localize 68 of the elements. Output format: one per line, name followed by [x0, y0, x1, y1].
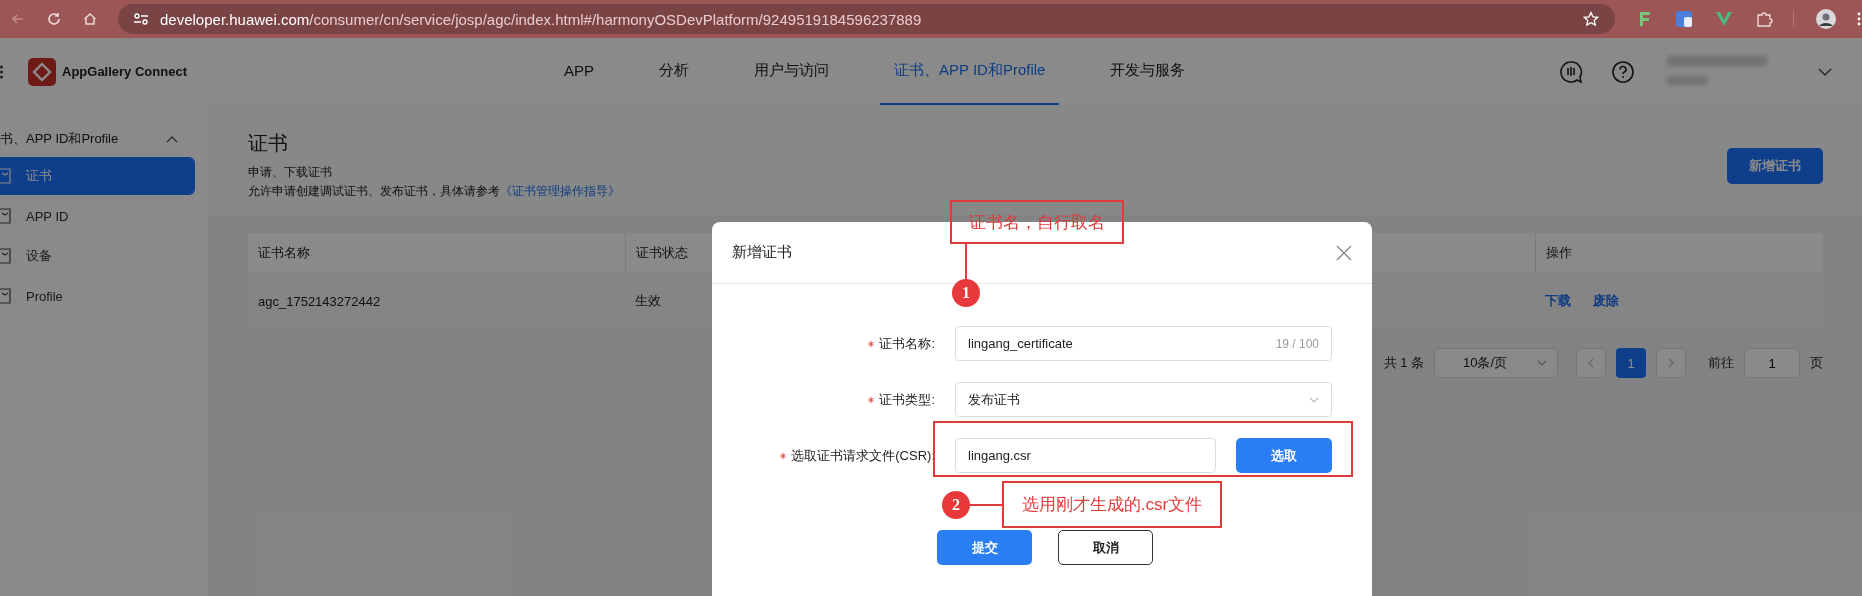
character-counter: 19 / 100: [1275, 336, 1319, 351]
goto-label: 前往: [1708, 354, 1734, 372]
goto-page-field[interactable]: 1: [1744, 348, 1800, 378]
sidebar-item[interactable]: Profile: [0, 277, 195, 315]
chevron-right-icon: [1668, 358, 1674, 368]
sidebar-item[interactable]: 设备: [0, 237, 195, 275]
extension-icon[interactable]: [1715, 11, 1733, 27]
dropdown-chevron-icon: [1309, 396, 1319, 403]
puzzle-icon[interactable]: [1755, 10, 1773, 28]
bookmark-star-icon[interactable]: [1583, 11, 1599, 27]
page-subtitle: 申请、下载证书: [248, 164, 333, 181]
page-suffix: 页: [1810, 354, 1823, 372]
leader-line: [970, 504, 1002, 506]
file-field[interactable]: lingang.csr: [955, 438, 1216, 473]
table-cell: agc_1752143272442: [258, 293, 381, 309]
collapse-chevron-icon[interactable]: [166, 135, 178, 143]
add-certificate-button[interactable]: 新增证书: [1727, 148, 1823, 184]
nav-tab[interactable]: 分析: [645, 38, 703, 105]
nav-tab[interactable]: 用户与访问: [740, 38, 843, 105]
text-field[interactable]: lingang_certificate 19 / 100: [955, 326, 1332, 361]
field-label: 证书类型:: [879, 390, 935, 409]
column-header: 证书名称: [258, 244, 310, 262]
page-size-select[interactable]: 10条/页: [1434, 348, 1558, 378]
choose-file-button[interactable]: 选取: [1236, 438, 1332, 473]
table-cell: 生效: [635, 292, 661, 310]
action-link[interactable]: 下载: [1545, 292, 1571, 310]
guide-link[interactable]: 《证书管理操作指导》: [500, 184, 620, 198]
document-icon: [0, 248, 12, 264]
help-icon[interactable]: [1611, 59, 1635, 84]
annotation-label: 选用刚才生成的.csr文件: [1002, 481, 1222, 528]
profile-avatar-icon[interactable]: [1816, 9, 1836, 29]
close-icon[interactable]: [1336, 244, 1352, 261]
total-count: 共 1 条: [1383, 354, 1424, 372]
reload-icon[interactable]: [46, 11, 62, 27]
app-logo-icon: [28, 57, 56, 86]
home-icon[interactable]: [82, 11, 98, 27]
sidebar-item[interactable]: APP ID: [0, 197, 195, 235]
url-text: developer.huawei.com/consumer/cn/service/josp/agc/index.html#/harmonyOSDevPlatform/9249519184596237889: [160, 10, 922, 28]
document-icon: [0, 168, 12, 184]
page-number-button[interactable]: 1: [1616, 348, 1646, 378]
submit-button[interactable]: 提交: [937, 530, 1032, 565]
cancel-button[interactable]: 取消: [1058, 530, 1153, 565]
dropdown-chevron-icon[interactable]: [1818, 67, 1832, 76]
document-icon: [0, 288, 12, 304]
dropdown-chevron-icon: [1537, 360, 1547, 366]
document-icon: [0, 208, 12, 224]
page-description: 允许申请创建调试证书、发布证书，具体请参考《证书管理操作指导》: [248, 183, 620, 200]
sidebar-item[interactable]: 证书: [0, 157, 195, 195]
page-title: 证书: [248, 131, 289, 156]
select-field[interactable]: 发布证书: [955, 382, 1332, 417]
column-header: 证书状态: [636, 244, 688, 262]
sidebar-group-title[interactable]: 书、APP ID和Profile: [0, 130, 119, 148]
address-bar[interactable]: developer.huawei.com/consumer/cn/service/josp/agc/index.html#/harmonyOSDevPlatform/9249519184596237889: [118, 4, 1615, 34]
brand-name: AppGallery Connect: [62, 64, 187, 79]
chat-bubble-icon[interactable]: [1559, 59, 1583, 84]
extension-icon[interactable]: [1637, 10, 1653, 28]
column-header: 操作: [1546, 244, 1572, 262]
site-settings-icon[interactable]: [132, 11, 150, 27]
more-options-icon[interactable]: [1856, 11, 1862, 27]
nav-tab[interactable]: 开发与服务: [1096, 38, 1200, 105]
leader-line: [965, 244, 967, 280]
nav-tab[interactable]: APP: [549, 38, 608, 105]
chevron-left-icon: [1588, 358, 1594, 368]
action-link[interactable]: 废除: [1593, 292, 1619, 310]
field-label: 证书名称:: [879, 334, 935, 353]
dialog-title: 新增证书: [732, 243, 792, 262]
field-label: 选取证书请求文件(CSR):: [791, 446, 935, 465]
apps-grid-icon[interactable]: [0, 64, 5, 79]
